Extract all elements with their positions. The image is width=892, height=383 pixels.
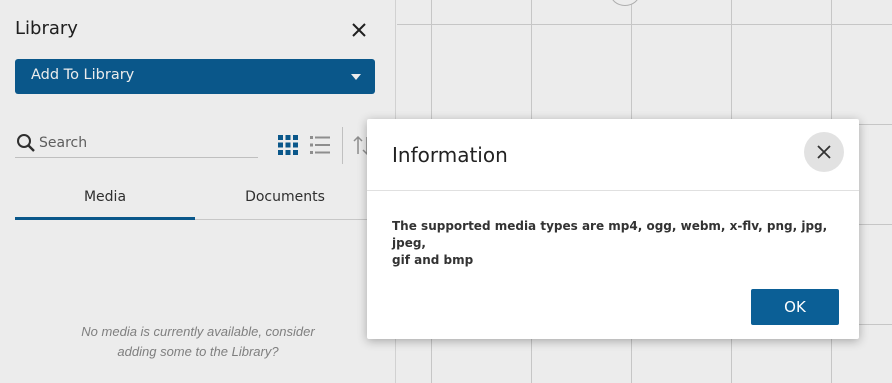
information-dialog: Information The supported media types ar… (367, 119, 859, 339)
dialog-header: Information (367, 119, 859, 191)
dialog-message-line: The supported media types are mp4, ogg, … (392, 219, 828, 250)
ok-button[interactable]: OK (751, 289, 839, 325)
dialog-message: The supported media types are mp4, ogg, … (392, 218, 842, 269)
dialog-message-line: gif and bmp (392, 253, 474, 267)
close-icon (817, 145, 831, 159)
dialog-close-button[interactable] (804, 132, 844, 172)
dialog-title: Information (392, 143, 508, 167)
